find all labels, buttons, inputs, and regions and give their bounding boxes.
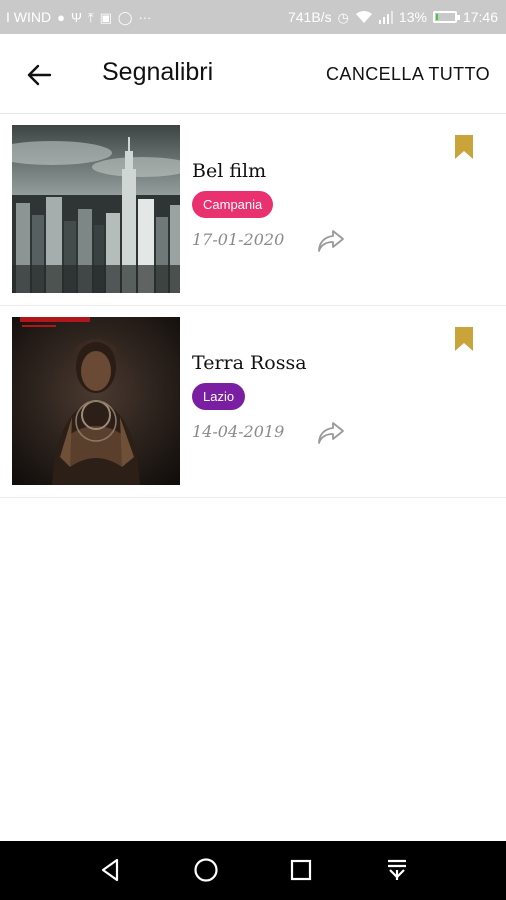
battery-icon	[432, 11, 460, 23]
share-button[interactable]	[316, 228, 346, 254]
arrow-left-icon	[27, 64, 52, 86]
nav-home-button[interactable]	[191, 855, 221, 885]
triangle-back-icon	[101, 858, 119, 882]
whatsapp-icon: ◯	[117, 9, 133, 25]
item-title[interactable]: Bel film	[192, 160, 266, 182]
usb-icon: Ψ	[70, 9, 82, 25]
sync-icon: ●	[57, 9, 65, 25]
system-nav-bar	[0, 841, 506, 900]
share-button[interactable]	[316, 420, 346, 446]
network-speed: 741B/s	[287, 9, 332, 25]
bookmark-list: Bel film Campania 17-01-2020 Terra Rossa…	[0, 114, 506, 498]
bookmark-toggle[interactable]	[454, 326, 474, 352]
alarm-icon: ◷	[337, 9, 349, 25]
upload-icon: ⤒	[87, 9, 94, 25]
carrier-label: I WIND	[6, 9, 52, 25]
bookmark-filled-icon	[455, 135, 473, 159]
page-title: Segnalibri	[102, 58, 214, 86]
thumbnail-image[interactable]	[12, 125, 180, 293]
nav-recents-button[interactable]	[286, 855, 316, 885]
status-bar: I WIND ● Ψ ⤒ ▣ ◯ ··· 741B/s ◷ 13% 17:46	[0, 0, 506, 34]
bookmark-toggle[interactable]	[454, 134, 474, 160]
status-bar-left: I WIND ● Ψ ⤒ ▣ ◯ ···	[6, 9, 151, 25]
status-bar-right: 741B/s ◷ 13% 17:46	[288, 9, 498, 25]
region-badge: Campania	[192, 191, 274, 218]
pull-down-icon	[388, 859, 406, 880]
nav-notifications-button[interactable]	[382, 855, 412, 885]
bookmark-filled-icon	[455, 327, 473, 351]
nav-back-button[interactable]	[96, 855, 126, 885]
signal-icon	[378, 11, 393, 24]
item-date: 14-04-2019	[192, 422, 285, 441]
clock: 17:46	[462, 9, 498, 25]
battery-percent: 13%	[398, 9, 427, 25]
more-notifications-icon: ···	[138, 9, 152, 25]
clear-all-button[interactable]: CANCELLA TUTTO	[326, 64, 490, 85]
image-icon: ▣	[99, 9, 112, 25]
city-skyline-image	[12, 125, 180, 293]
item-date: 17-01-2020	[192, 230, 285, 249]
circle-home-icon	[194, 858, 218, 882]
wifi-icon	[355, 10, 372, 23]
item-title[interactable]: Terra Rossa	[192, 352, 307, 374]
square-recents-icon	[290, 859, 312, 881]
list-item[interactable]: Bel film Campania 17-01-2020	[0, 114, 506, 306]
region-badge: Lazio	[192, 383, 246, 410]
thumbnail-image[interactable]	[12, 317, 180, 485]
app-bar: Segnalibri CANCELLA TUTTO	[0, 34, 506, 114]
list-item[interactable]: Terra Rossa Lazio 14-04-2019	[0, 306, 506, 498]
back-button[interactable]	[22, 58, 56, 92]
share-arrow-icon	[318, 422, 344, 444]
share-arrow-icon	[318, 230, 344, 252]
portrait-poster-image	[12, 317, 180, 485]
